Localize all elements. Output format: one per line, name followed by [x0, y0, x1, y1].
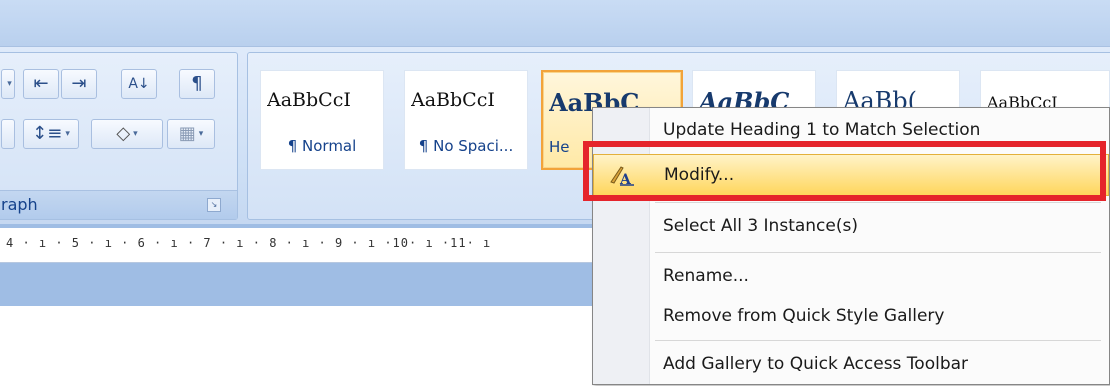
menu-item-label: Select All 3 Instance(s) [663, 216, 858, 236]
list-dropdown-button[interactable]: ▾ [1, 69, 15, 99]
style-tile-no-spacing[interactable]: AaBbCcI ¶ No Spaci... [404, 70, 528, 170]
chevron-down-icon: ▾ [65, 129, 70, 139]
menu-item-label: Remove from Quick Style Gallery [663, 306, 945, 326]
chevron-down-icon: ▾ [198, 129, 204, 139]
menu-separator [655, 252, 1101, 253]
style-tile-normal[interactable]: AaBbCcI ¶ Normal [260, 70, 384, 170]
increase-indent-button[interactable]: ⇥ [61, 69, 97, 99]
increase-indent-icon: ⇥ [71, 73, 87, 94]
line-spacing-button[interactable]: ↕≡ ▾ [23, 119, 79, 149]
menu-item-rename[interactable]: Rename... [593, 256, 1109, 298]
menu-item-add-to-qat[interactable]: Add Gallery to Quick Access Toolbar [593, 344, 1109, 386]
chevron-down-icon: ▾ [133, 129, 138, 139]
paragraph-group: ▾ ⇤ ⇥ A↓ ¶ ↕≡ ▾ ◇ ▾ ▦ ▾ raph ↘ [0, 52, 238, 220]
sort-az-icon: A↓ [128, 76, 150, 92]
paint-bucket-icon: ◇ [116, 123, 131, 144]
pilcrow-icon: ¶ [191, 73, 203, 94]
show-hide-marks-button[interactable]: ¶ [179, 69, 215, 99]
menu-item-label: Add Gallery to Quick Access Toolbar [663, 354, 969, 374]
borders-button[interactable]: ▦ ▾ [167, 119, 215, 149]
menu-item-select-all-instances[interactable]: Select All 3 Instance(s) [593, 206, 1109, 248]
menu-item-label: Rename... [663, 266, 749, 286]
menu-separator [655, 340, 1101, 341]
border-grid-icon: ▦ [178, 123, 196, 144]
group-label-bar: raph ↘ [0, 190, 237, 219]
align-dropdown-button[interactable] [1, 119, 15, 149]
shading-button[interactable]: ◇ ▾ [91, 119, 163, 149]
menu-item-label: Update Heading 1 to Match Selection [663, 120, 981, 140]
style-name: ¶ No Spaci... [418, 137, 514, 155]
style-name: ¶ Normal [287, 137, 357, 155]
menu-item-remove-from-gallery[interactable]: Remove from Quick Style Gallery [593, 296, 1109, 338]
line-spacing-icon: ↕≡ [32, 123, 63, 144]
decrease-indent-button[interactable]: ⇤ [23, 69, 59, 99]
dialog-launcher-icon[interactable]: ↘ [207, 198, 221, 212]
style-sample: AaBbCcI [411, 89, 495, 111]
annotation-highlight-box [583, 141, 1106, 201]
decrease-indent-icon: ⇤ [33, 73, 49, 94]
paragraph-group-label: raph [1, 195, 38, 214]
menu-separator [655, 202, 1101, 203]
style-sample: AaBbCcI [267, 89, 351, 111]
ribbon-tab-bar [0, 0, 1110, 46]
sort-button[interactable]: A↓ [121, 69, 157, 99]
ruler-ticks: 4 · ı · 5 · ı · 6 · ı · 7 · ı · 8 · ı · … [6, 236, 492, 250]
chevron-down-icon: ▾ [7, 79, 12, 89]
